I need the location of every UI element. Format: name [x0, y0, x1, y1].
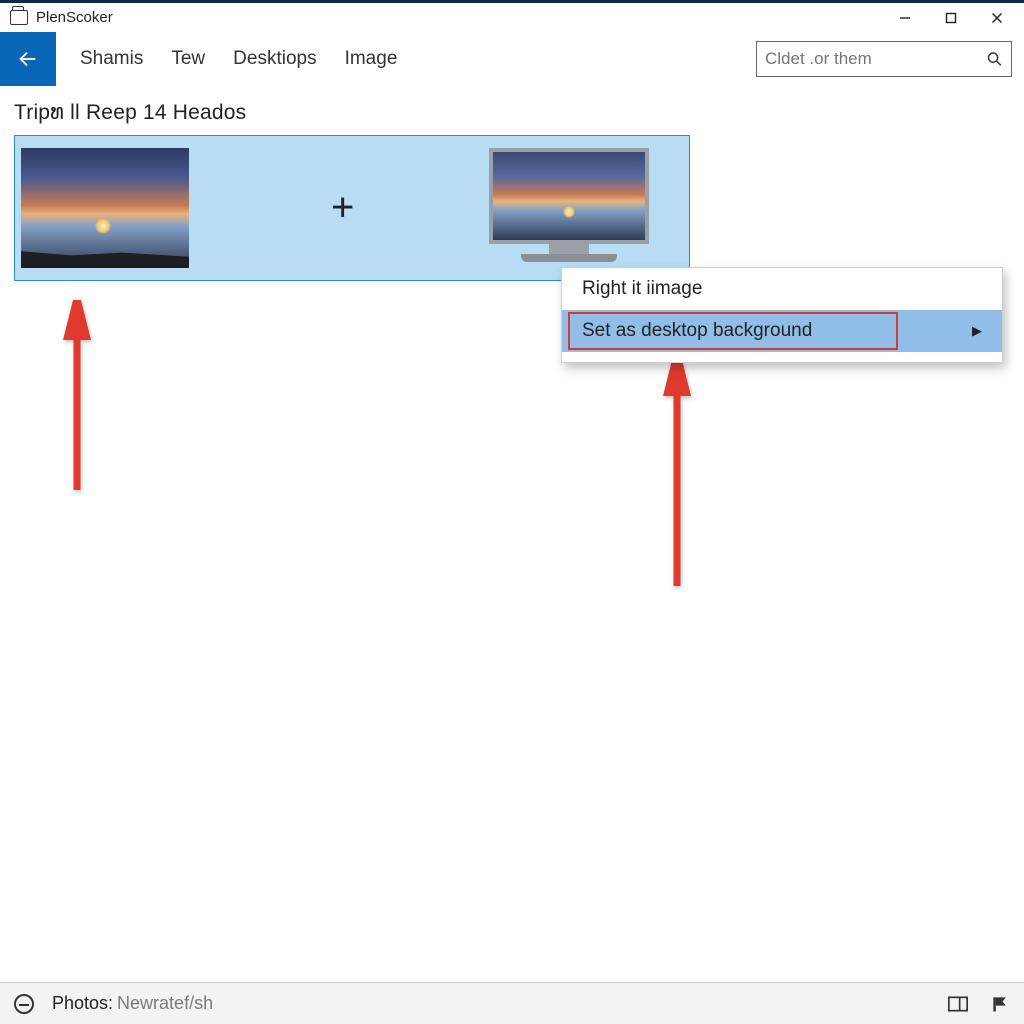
menu-item-desktiops[interactable]: Desktiops [233, 48, 316, 70]
context-item-right-image[interactable]: Right it iimage [562, 268, 1002, 310]
context-item-label: Set as desktop background [582, 320, 812, 342]
back-button[interactable] [0, 32, 56, 86]
page-title: Tripທ ll Reep 14 Heados [0, 86, 1024, 135]
titlebar: PlenScoker [0, 0, 1024, 32]
context-item-set-desktop-background[interactable]: Set as desktop background ▶ [562, 310, 1002, 352]
desktop-preview-icon [489, 148, 649, 270]
menu-item-shamis[interactable]: Shamis [80, 48, 143, 70]
submenu-arrow-icon: ▶ [972, 323, 982, 339]
context-menu: Right it iimage Set as desktop backgroun… [561, 267, 1003, 363]
menu-bar: Shamis Tew Desktiops Image [80, 48, 397, 70]
status-bar: Photos: Newratef/sh [0, 982, 1024, 1024]
context-item-label: Right it iimage [582, 278, 702, 300]
app-title: PlenScoker [36, 9, 113, 26]
flag-icon[interactable] [990, 995, 1010, 1013]
plus-icon: + [331, 186, 354, 231]
menu-item-image[interactable]: Image [345, 48, 398, 70]
photo-thumbnail[interactable] [21, 148, 189, 268]
maximize-button[interactable] [928, 3, 974, 33]
toolbar: Shamis Tew Desktiops Image [0, 32, 1024, 86]
status-value: Newratef/sh [117, 993, 213, 1014]
layout-icon[interactable] [948, 995, 968, 1013]
search-icon [986, 49, 1003, 69]
close-button[interactable] [974, 3, 1020, 33]
search-input[interactable] [765, 49, 986, 69]
app-icon [10, 10, 28, 25]
status-label: Photos: [52, 993, 113, 1014]
search-box[interactable] [756, 41, 1012, 77]
selection-strip[interactable]: + [14, 135, 690, 281]
status-stop-icon[interactable] [14, 994, 34, 1014]
annotation-arrow-left [52, 300, 102, 500]
menu-item-tew[interactable]: Tew [171, 48, 205, 70]
minimize-button[interactable] [882, 3, 928, 33]
annotation-arrow-right [652, 356, 702, 596]
